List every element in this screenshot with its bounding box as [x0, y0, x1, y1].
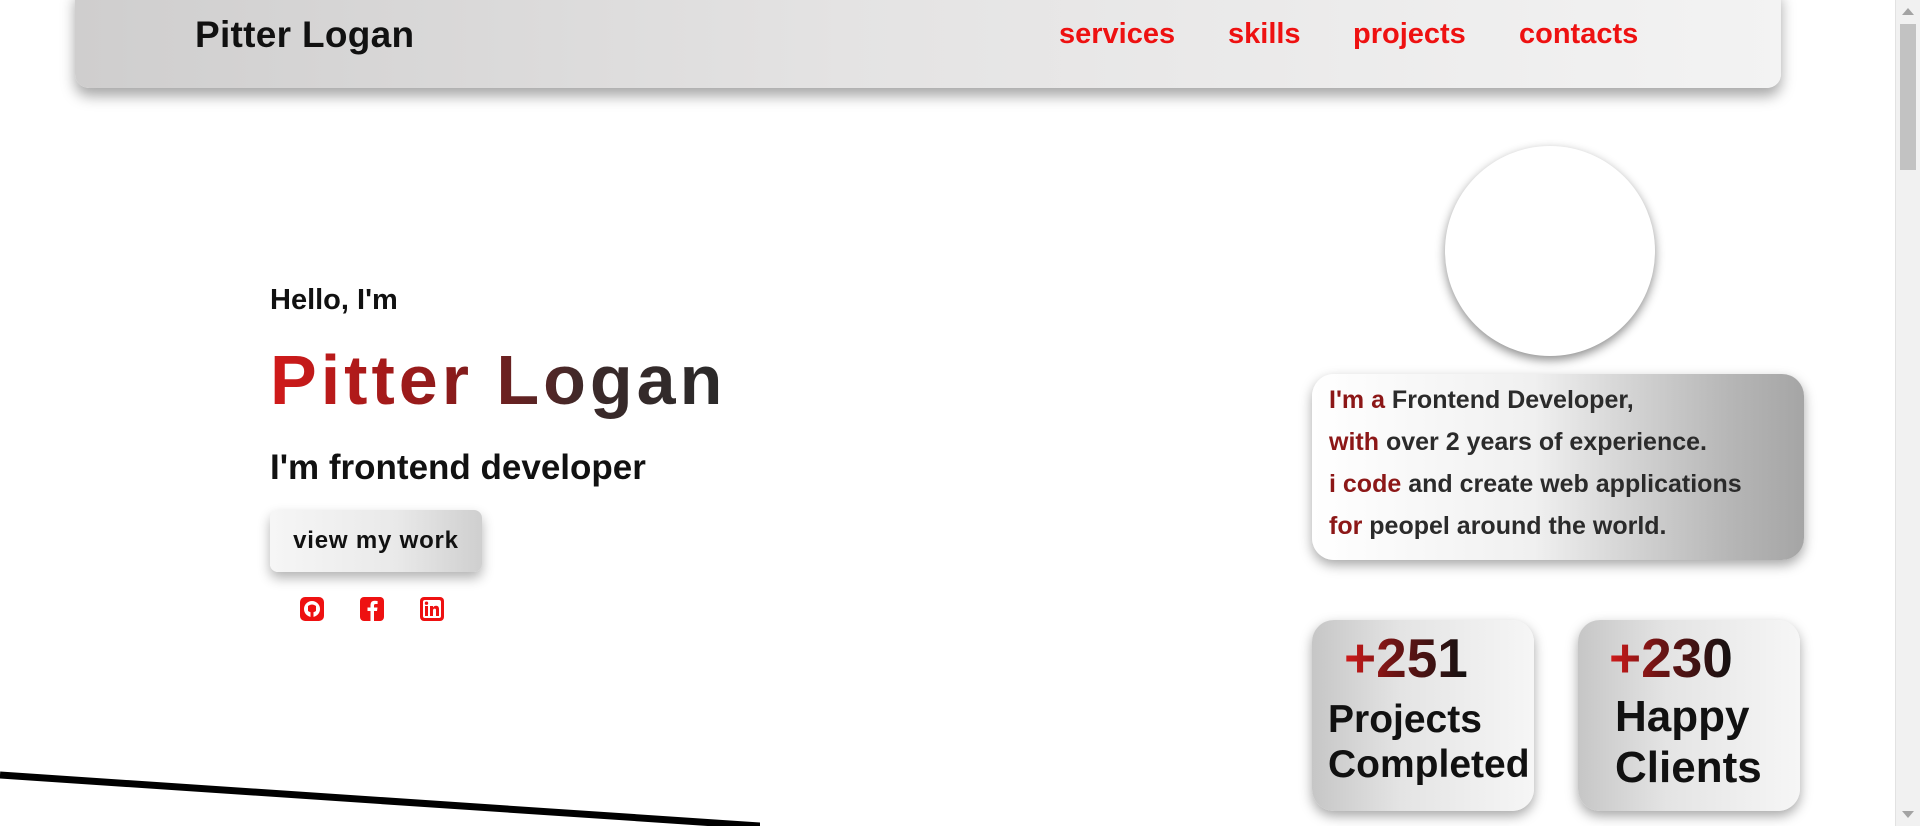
stat-card-projects: +251 Projects Completed	[1312, 620, 1534, 811]
scroll-down-arrow-icon[interactable]	[1902, 811, 1914, 818]
scroll-thumb[interactable]	[1900, 24, 1916, 170]
scroll-up-arrow-icon[interactable]	[1902, 8, 1914, 15]
about-card: I'm a Frontend Developer, with over 2 ye…	[1312, 374, 1804, 560]
stat-label: Projects Completed	[1328, 698, 1530, 786]
facebook-icon[interactable]	[358, 595, 386, 623]
nav-link-projects[interactable]: projects	[1353, 18, 1466, 51]
nav-link-services[interactable]: services	[1059, 18, 1175, 51]
stat-number: +251	[1344, 627, 1468, 689]
github-icon[interactable]	[298, 595, 326, 623]
nav-links: services skills projects contacts	[75, 18, 1781, 58]
page-scrollbar[interactable]	[1895, 0, 1920, 826]
nav-link-contacts[interactable]: contacts	[1519, 18, 1638, 51]
hero-role: I'm frontend developer	[270, 448, 646, 487]
stat-number: +230	[1609, 627, 1733, 689]
hero-greeting: Hello, I'm	[270, 284, 398, 316]
about-line: I'm a Frontend Developer,	[1329, 386, 1634, 414]
view-my-work-button[interactable]: view my work	[270, 510, 482, 572]
avatar	[1445, 146, 1655, 356]
stat-label: Happy Clients	[1615, 692, 1762, 792]
linkedin-icon[interactable]	[418, 595, 446, 623]
about-line: i code and create web applications	[1329, 470, 1742, 498]
stat-card-clients: +230 Happy Clients	[1578, 620, 1800, 811]
nav-link-skills[interactable]: skills	[1228, 18, 1301, 51]
hero-name: Pitter Logan	[270, 341, 727, 419]
about-line: with over 2 years of experience.	[1329, 428, 1707, 456]
top-navbar: Pitter Logan services skills projects co…	[75, 0, 1781, 88]
decorative-diagonal-line	[0, 771, 760, 826]
about-line: for peopel around the world.	[1329, 512, 1667, 540]
